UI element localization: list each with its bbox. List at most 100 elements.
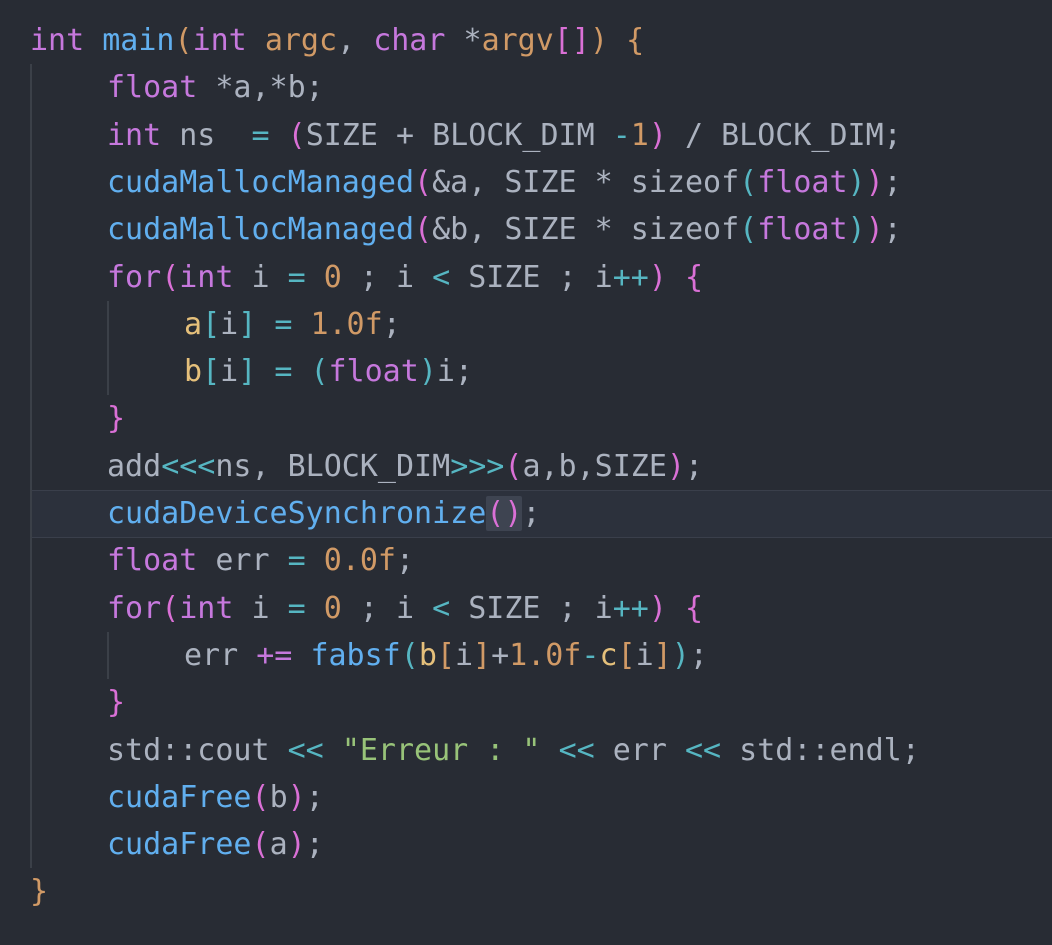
code-token: (: [161, 590, 180, 626]
code-line-19[interactable]: }: [30, 868, 48, 915]
code-token: ;: [883, 212, 902, 248]
code-line-5[interactable]: cudaMallocManaged(&b, SIZE * sizeof(floa…: [107, 206, 902, 253]
code-token: float: [107, 543, 198, 579]
code-line-9[interactable]: }: [107, 395, 125, 442]
code-token: +=: [256, 637, 293, 673]
code-token: >>>: [450, 448, 505, 484]
code-token: (: [310, 354, 329, 390]
code-token: (: [739, 212, 758, 248]
code-token: cudaFree: [107, 779, 252, 815]
code-token: [: [202, 354, 221, 390]
code-token: ): [418, 354, 437, 390]
code-token: / BLOCK_DIM;: [666, 117, 902, 153]
code-token: =: [274, 306, 293, 342]
code-token: ]: [238, 354, 257, 390]
code-line-7[interactable]: a[i] = 1.0f;: [184, 301, 401, 348]
code-token: (: [414, 212, 433, 248]
code-token: cudaMallocManaged: [107, 164, 415, 200]
code-token: =: [287, 590, 306, 626]
indent-guide-for-2: [107, 632, 109, 679]
code-token: -: [581, 637, 600, 673]
code-line-2[interactable]: float *a,*b;: [107, 64, 324, 111]
code-token: <<: [685, 732, 722, 768]
code-line-18[interactable]: cudaFree(a);: [107, 821, 324, 868]
code-token: int: [192, 23, 247, 58]
code-token: std::cout: [107, 732, 288, 768]
code-token: 0: [323, 590, 342, 626]
code-token: ns: [161, 117, 252, 153]
code-line-3[interactable]: int ns = (SIZE + BLOCK_DIM -1) / BLOCK_D…: [107, 112, 902, 159]
code-token: <<: [558, 732, 595, 768]
code-token: *: [463, 23, 482, 58]
code-token: ): [865, 212, 884, 248]
code-token: ;: [382, 306, 401, 342]
code-line-10[interactable]: add<<<ns, BLOCK_DIM>>>(a,b,SIZE);: [107, 443, 703, 490]
indent-guide-main: [30, 64, 32, 868]
code-token: err: [197, 543, 288, 579]
code-token: <: [432, 259, 451, 295]
code-token: ): [648, 259, 667, 295]
code-token: (: [414, 164, 433, 200]
code-token: (: [287, 117, 306, 153]
code-token: (: [739, 164, 758, 200]
code-token: i: [233, 259, 288, 295]
code-token: (: [251, 779, 270, 815]
code-line-11[interactable]: cudaDeviceSynchronize();: [107, 490, 540, 537]
code-token: ;: [305, 779, 324, 815]
code-token: ;: [689, 637, 708, 673]
code-line-17[interactable]: cudaFree(b);: [107, 774, 324, 821]
code-line-1[interactable]: int main(int argc, char *argv[]) {: [30, 17, 644, 64]
code-token: cudaDeviceSynchronize: [107, 496, 487, 531]
code-token: SIZE + BLOCK_DIM: [305, 117, 613, 153]
code-line-6[interactable]: for(int i = 0 ; i < SIZE ; i++) {: [107, 254, 703, 301]
code-token: err: [594, 732, 685, 768]
code-line-16[interactable]: std::cout << "Erreur : " << err << std::…: [107, 727, 920, 774]
code-line-8[interactable]: b[i] = (float)i;: [184, 348, 473, 395]
code-token: (: [251, 827, 270, 863]
code-token: {: [685, 259, 704, 295]
code-editor[interactable]: int main(int argc, char *argv[]) {float …: [0, 0, 1052, 945]
code-token: b: [269, 779, 288, 815]
code-token: i: [635, 637, 654, 673]
code-token: ]: [653, 637, 672, 673]
code-line-12[interactable]: float err = 0.0f;: [107, 537, 414, 584]
code-token: (: [161, 259, 180, 295]
code-token: argc: [264, 23, 338, 58]
code-token: argv: [481, 23, 554, 58]
code-token: float: [757, 212, 848, 248]
code-token: a,b,SIZE: [522, 448, 667, 484]
code-token: 1: [630, 117, 649, 153]
code-token: (): [486, 496, 523, 531]
code-token: ): [287, 779, 306, 815]
code-token: i: [454, 637, 473, 673]
code-line-13[interactable]: for(int i = 0 ; i < SIZE ; i++) {: [107, 585, 703, 632]
code-line-15[interactable]: }: [107, 679, 125, 726]
code-token: add: [107, 448, 162, 484]
code-token: ): [666, 448, 685, 484]
code-token: }: [30, 874, 49, 910]
code-token: +: [491, 637, 510, 673]
code-token: ++: [612, 590, 649, 626]
code-token: i;: [436, 354, 473, 390]
code-token: }: [107, 685, 126, 721]
code-token: ]: [473, 637, 492, 673]
code-token: 0: [323, 259, 342, 295]
code-token: for: [107, 590, 162, 626]
code-token: int: [107, 117, 162, 153]
code-token: ++: [612, 259, 649, 295]
code-token: b: [418, 637, 437, 673]
code-token: ,: [337, 23, 374, 58]
code-token: ): [847, 164, 866, 200]
code-token: float: [107, 70, 198, 106]
code-line-14[interactable]: err += fabsf(b[i]+1.0f-c[i]);: [184, 632, 708, 679]
code-token: [: [617, 637, 636, 673]
code-token: ;: [305, 827, 324, 863]
code-line-4[interactable]: cudaMallocManaged(&a, SIZE * sizeof(floa…: [107, 159, 902, 206]
code-token: []: [553, 23, 590, 58]
